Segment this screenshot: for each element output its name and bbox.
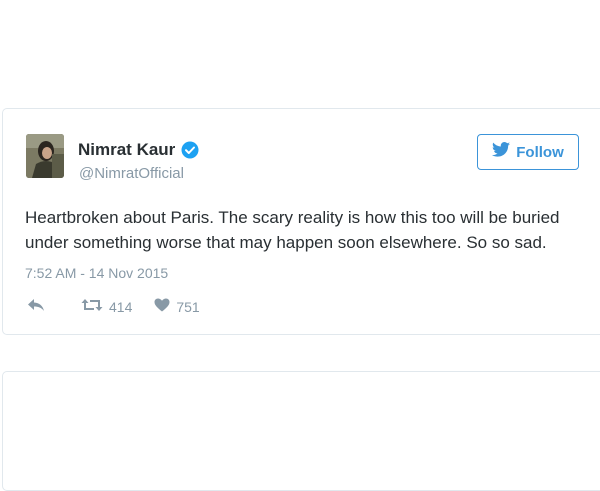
tweet-actions: 414 751 xyxy=(27,298,200,315)
retweet-icon xyxy=(81,298,103,315)
twitter-bird-icon xyxy=(492,142,511,162)
like-button[interactable]: 751 xyxy=(154,298,200,315)
verified-badge-icon xyxy=(181,141,199,159)
retweet-button[interactable]: 414 xyxy=(81,298,132,315)
follow-button[interactable]: Follow xyxy=(477,134,579,170)
retweet-count: 414 xyxy=(109,298,133,315)
reply-icon xyxy=(27,298,45,315)
avatar-image xyxy=(26,134,64,178)
reply-button[interactable] xyxy=(27,298,45,315)
follow-button-label: Follow xyxy=(516,143,564,161)
tweet-text: Heartbroken about Paris. The scary reali… xyxy=(25,208,560,252)
heart-icon xyxy=(154,298,170,315)
tweet-timestamp[interactable]: 7:52 AM - 14 Nov 2015 xyxy=(25,265,168,281)
next-tweet-card xyxy=(2,371,600,491)
display-name[interactable]: Nimrat Kaur xyxy=(78,140,175,160)
like-count: 751 xyxy=(176,298,200,315)
avatar[interactable] xyxy=(26,134,64,178)
display-name-row: Nimrat Kaur xyxy=(78,140,199,160)
tweet-card: Nimrat Kaur @NimratOfficial Follow Heart… xyxy=(2,108,600,335)
user-handle[interactable]: @NimratOfficial xyxy=(79,165,184,182)
